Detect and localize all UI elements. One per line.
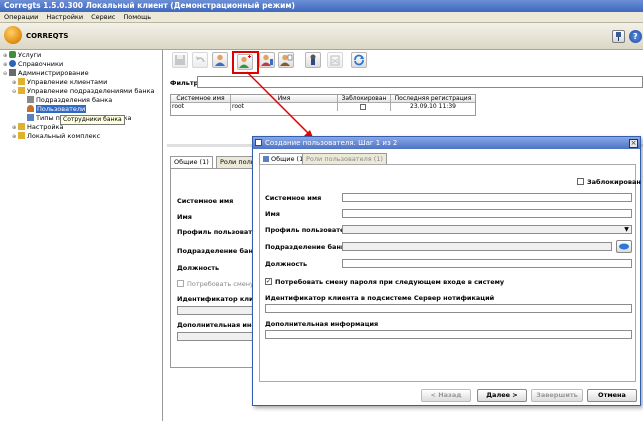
label-system-name: Системное имя <box>265 194 322 202</box>
department-browse-button[interactable] <box>616 240 632 253</box>
change-password-checkbox[interactable]: ✓ <box>265 278 272 285</box>
profile-select[interactable] <box>342 225 632 234</box>
label-position: Должность <box>177 264 220 272</box>
label-change-password: Потребовать смену пароля при следующем в… <box>275 278 505 286</box>
user-icon-button[interactable] <box>212 52 228 68</box>
user-settings-button[interactable] <box>305 52 321 68</box>
label-department: Подразделение банка <box>177 247 260 255</box>
dialog-title-bar: Создание пользователя. Шаг 1 из 2 <box>253 137 640 149</box>
details-form: Системное имя Имя Профиль пользователя П… <box>170 168 260 368</box>
app-header <box>0 23 643 50</box>
blocked-checkbox[interactable] <box>577 178 584 185</box>
menu-operations[interactable]: Операции <box>0 12 42 23</box>
label-profile: Профиль пользователя <box>265 226 354 234</box>
blocked-checkbox[interactable] <box>360 104 366 110</box>
additional-info-field <box>177 332 259 341</box>
back-button[interactable]: < Назад <box>421 389 471 402</box>
column-header-blocked[interactable]: Заблокирован <box>338 95 391 103</box>
label-name: Имя <box>265 210 280 218</box>
folder-icon <box>18 132 25 139</box>
details-tabs: Общие (1) Роли пользователя <box>170 156 290 168</box>
department-types-icon <box>27 114 34 121</box>
label-client-id: Идентификатор клиента в подсистеме Серве… <box>265 294 495 302</box>
additional-info-field[interactable] <box>265 330 632 339</box>
filter-label: Фильтр <box>170 79 199 87</box>
position-field[interactable] <box>342 259 632 268</box>
close-icon[interactable]: × <box>629 139 638 148</box>
client-id-field <box>177 306 259 315</box>
directories-icon <box>9 60 16 67</box>
label-profile: Профиль пользователя <box>177 228 260 236</box>
column-header-last-login[interactable]: Последняя регистрация <box>391 95 475 103</box>
users-icon <box>27 105 34 112</box>
label-system-name: Системное имя <box>177 197 234 205</box>
cell-blocked <box>338 103 391 111</box>
name-field[interactable] <box>342 209 632 218</box>
copy-user-button[interactable] <box>278 52 294 68</box>
folder-icon <box>18 123 25 130</box>
menu-help[interactable]: Помощь <box>119 12 155 23</box>
cell-last-login: 23.09.10 11:39 <box>410 103 456 110</box>
browse-icon <box>619 243 629 250</box>
undo-button[interactable] <box>192 52 208 68</box>
chevron-down-icon[interactable]: ▼ <box>622 226 631 233</box>
tree-item-users[interactable]: Пользователи <box>27 105 87 114</box>
administration-icon <box>9 69 16 76</box>
label-department: Подразделение банка <box>265 243 350 251</box>
general-tab-icon <box>263 156 269 162</box>
menu-settings[interactable]: Настройки <box>42 12 87 23</box>
logo-text: CORREQTS <box>26 32 69 40</box>
help-icon[interactable]: ? <box>629 30 642 43</box>
label-client-id: Идентификатор клиента <box>177 295 259 303</box>
label-position: Должность <box>265 260 308 268</box>
users-table: Системное имя Имя Заблокирован Последняя… <box>170 94 476 116</box>
label-additional-info: Дополнительная информация <box>265 320 379 328</box>
dialog-app-icon <box>255 139 262 146</box>
delete-button[interactable] <box>327 52 343 68</box>
menu-service[interactable]: Сервис <box>87 12 119 23</box>
folder-icon <box>18 87 25 94</box>
finish-button[interactable]: Завершить <box>531 389 583 402</box>
departments-icon <box>27 96 34 103</box>
label-change-password: Потребовать смену па <box>187 280 260 288</box>
column-header-system-name[interactable]: Системное имя <box>171 95 231 103</box>
edit-user-button[interactable] <box>259 52 275 68</box>
dialog-title: Создание пользователя. Шаг 1 из 2 <box>265 139 398 147</box>
create-user-dialog: Создание пользователя. Шаг 1 из 2 × Общи… <box>252 136 641 406</box>
menu-bar: Операции Настройки Сервис Помощь <box>0 12 643 23</box>
pin-icon[interactable] <box>612 30 625 43</box>
label-blocked: Заблокирован <box>587 178 641 186</box>
window-title: Corregts 1.5.0.300 Локальный клиент (Дем… <box>4 1 295 10</box>
navigation-tree: ⊕ Услуги ⊕ Справочники ⊖ Администрирование … <box>0 50 163 421</box>
next-button[interactable]: Далее > <box>477 389 527 402</box>
logo-icon <box>4 26 22 44</box>
label-name: Имя <box>177 213 192 221</box>
department-field <box>342 242 612 251</box>
cell-system-name: root <box>172 103 231 111</box>
tree-item-departments[interactable]: Подразделения банка <box>27 96 112 105</box>
services-icon <box>9 51 16 58</box>
tab-general[interactable]: Общие (1) <box>170 156 213 168</box>
folder-icon <box>18 78 25 85</box>
window-title-bar: Corregts 1.5.0.300 Локальный клиент (Дем… <box>0 0 643 12</box>
cancel-button[interactable]: Отмена <box>587 389 637 402</box>
dialog-form: Заблокирован Системное имя Имя Профиль п… <box>259 164 641 382</box>
label-additional-info: Дополнительная информа <box>177 321 259 329</box>
tree-item-local-complex[interactable]: ⊕ Локальный комплекс <box>12 132 100 142</box>
tooltip: Сотрудники банка <box>60 115 125 125</box>
change-password-checkbox[interactable] <box>177 280 184 287</box>
refresh-button[interactable] <box>351 52 367 68</box>
system-name-field[interactable] <box>342 193 632 202</box>
client-id-field[interactable] <box>265 304 632 313</box>
save-button[interactable] <box>172 52 188 68</box>
